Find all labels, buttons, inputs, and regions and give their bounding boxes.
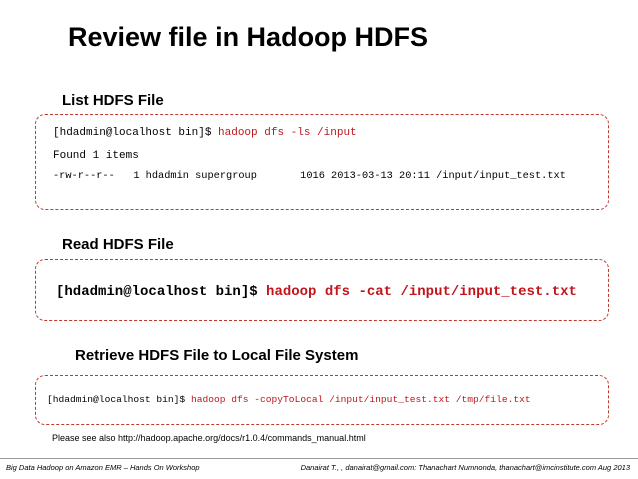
shell-prompt: [hdadmin@localhost bin]$ [53, 127, 219, 139]
command-text: hadoop dfs -ls /input [218, 127, 357, 139]
command-text: hadoop dfs -copyToLocal /input/input_tes… [190, 394, 531, 405]
reference-note: Please see also http://hadoop.apache.org… [52, 433, 366, 443]
terminal-output-line: Found 1 items [53, 150, 139, 162]
slide-title: Review file in Hadoop HDFS [68, 22, 429, 52]
terminal-line-command: [hdadmin@localhost bin]$ hadoop dfs -cop… [47, 394, 531, 405]
terminal-line-command: [hdadmin@localhost bin]$ hadoop dfs -ls … [53, 127, 357, 139]
command-text: hadoop dfs -cat /input/input_test.txt [266, 284, 577, 300]
footer-left: Big Data Hadoop on Amazon EMR – Hands On… [6, 463, 200, 472]
section-heading-retrieve: Retrieve HDFS File to Local File System [75, 347, 359, 364]
shell-prompt: [hdadmin@localhost bin]$ [56, 284, 267, 300]
shell-prompt: [hdadmin@localhost bin]$ [47, 394, 191, 405]
footer-right: Danairat T., , danairat@gmail.com: Thana… [300, 463, 630, 472]
section-heading-list: List HDFS File [62, 92, 164, 109]
terminal-line-command: [hdadmin@localhost bin]$ hadoop dfs -cat… [56, 284, 577, 300]
section-heading-read: Read HDFS File [62, 236, 174, 253]
footer-divider [0, 458, 638, 459]
terminal-output-line: -rw-r--r-- 1 hdadmin supergroup 1016 201… [53, 170, 566, 182]
